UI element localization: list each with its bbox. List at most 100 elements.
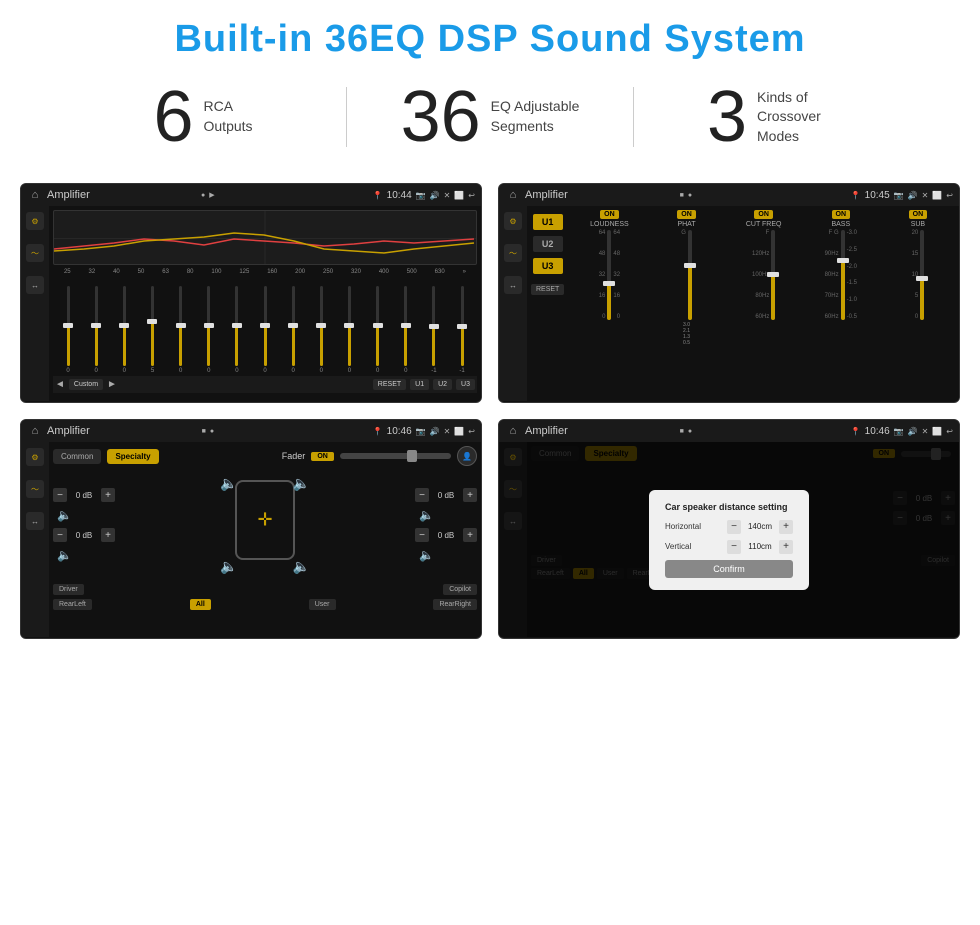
crossover-content-wrap: ⚙ 〜 ↔ U1 U2 U3 RESET <box>499 206 959 401</box>
dialog-vertical-row: Vertical − 110cm + <box>665 540 793 554</box>
eq-slider-1: 0 <box>55 286 81 374</box>
eq-wave-icon: 〜 <box>26 244 44 262</box>
location-icon-4: 📍 <box>851 427 861 436</box>
fader-on-toggle[interactable]: ON <box>311 452 334 461</box>
dot-icon: ● <box>201 192 205 199</box>
fader-spacer <box>87 584 441 595</box>
fader-all-btn[interactable]: All <box>190 599 211 610</box>
eq-settings-icon: ⚙ <box>26 212 44 230</box>
vol-rr-minus[interactable]: − <box>415 528 429 542</box>
distance-screen: ⌂ Amplifier ■ ● 📍 10:46 📷 🔊 ✕ ⬜ ↩ ⚙ 〜 <box>498 419 960 639</box>
vol-fl-minus[interactable]: − <box>53 488 67 502</box>
eq-u1-btn[interactable]: U1 <box>410 379 429 390</box>
location-icon: 📍 <box>373 191 383 200</box>
car-body: ✛ <box>235 480 295 560</box>
u1-btn[interactable]: U1 <box>533 214 563 230</box>
vol-fl-plus[interactable]: + <box>101 488 115 502</box>
back-icon-4: ↩ <box>946 427 953 436</box>
cutfreq-col: ON CUT FREQ F120Hz100Hz80Hz60Hz <box>727 210 801 346</box>
vol-icon-3: 🔊 <box>430 427 440 436</box>
home-icon-4: ⌂ <box>505 423 521 439</box>
min-icon-4: ⬜ <box>932 427 942 436</box>
fader-tab-specialty[interactable]: Specialty <box>107 449 158 464</box>
fader-user-btn[interactable]: User <box>309 599 336 610</box>
vol-fl-value: 0 dB <box>70 491 98 500</box>
eq-custom-btn[interactable]: Custom <box>69 379 103 390</box>
eq-prev-btn[interactable]: ◄ <box>55 379 65 390</box>
fader-tab-common[interactable]: Common <box>53 449 101 464</box>
fader-rearleft-btn[interactable]: RearLeft <box>53 599 92 610</box>
dot2-icon-3: ● <box>210 428 214 435</box>
close-icon-4: ✕ <box>922 427 929 436</box>
stat-crossover: 3 Kinds of Crossover Modes <box>634 81 920 153</box>
vol-ctrl-rr: − 0 dB + <box>415 528 477 542</box>
vertical-plus-btn[interactable]: + <box>779 540 793 554</box>
cutfreq-slider: F120Hz100Hz80Hz60Hz <box>752 230 775 320</box>
dialog-horizontal-label: Horizontal <box>665 522 710 531</box>
eq-slider-11: 0 <box>336 286 362 374</box>
distance-title: Amplifier <box>525 425 676 437</box>
cross-reset-btn[interactable]: RESET <box>531 284 564 295</box>
left-volumes: − 0 dB + 🔈 − 0 dB + 🔈 <box>53 488 115 562</box>
fader-rearright-btn[interactable]: RearRight <box>433 599 477 610</box>
crossover-title: Amplifier <box>525 189 676 201</box>
stat-rca: 6 RCA Outputs <box>60 81 346 153</box>
location-icon-2: 📍 <box>851 191 861 200</box>
u3-btn[interactable]: U3 <box>533 258 563 274</box>
vol-icon-2: 🔊 <box>908 191 918 200</box>
vertical-minus-btn[interactable]: − <box>727 540 741 554</box>
fader-body: − 0 dB + 🔈 − 0 dB + 🔈 <box>53 470 477 580</box>
fader-tabs-row: Common Specialty Fader ON 👤 <box>53 446 477 466</box>
confirm-button[interactable]: Confirm <box>665 560 793 578</box>
eq-slider-4: 5 <box>139 286 165 374</box>
fader-bottom-btns: Driver Copilot <box>53 584 477 595</box>
eq-speaker-icon: ↔ <box>26 276 44 294</box>
fader-main: Common Specialty Fader ON 👤 <box>49 442 481 637</box>
cutfreq-on: ON <box>754 210 773 219</box>
eq-slider-7: 0 <box>224 286 250 374</box>
loudness-slider: 644832160 644832160 <box>599 230 620 320</box>
vol-rl-minus[interactable]: − <box>53 528 67 542</box>
minimize-icon: ⬜ <box>454 191 464 200</box>
freq-250: 250 <box>323 269 333 275</box>
freq-500: 500 <box>407 269 417 275</box>
fader-sidebar: ⚙ 〜 ↔ <box>21 442 49 637</box>
fader-knob[interactable]: 👤 <box>457 446 477 466</box>
horizontal-minus-btn[interactable]: − <box>727 520 741 534</box>
back-icon: ↩ <box>468 191 475 200</box>
vol-rr-plus[interactable]: + <box>463 528 477 542</box>
bass-nums2: -3.0-2.5-2.0-1.5-1.0-0.5 <box>847 230 857 320</box>
freq-100: 100 <box>211 269 221 275</box>
vol-ctrl-fr: − 0 dB + <box>415 488 477 502</box>
fader-copilot-btn[interactable]: Copilot <box>443 584 477 595</box>
vertical-value: 110cm <box>745 542 775 551</box>
fader-driver-btn[interactable]: Driver <box>53 584 84 595</box>
min-icon-2: ⬜ <box>932 191 942 200</box>
page-title: Built-in 36EQ DSP Sound System <box>0 0 980 71</box>
loudness-col: ON LOUDNESS 644832160 644832160 <box>572 210 646 346</box>
eq-next-btn[interactable]: ► <box>107 379 117 390</box>
vol-ctrl-fl: − 0 dB + <box>53 488 115 502</box>
vol-fr-plus[interactable]: + <box>463 488 477 502</box>
horizontal-plus-btn[interactable]: + <box>779 520 793 534</box>
vol-ctrl-rl: − 0 dB + <box>53 528 115 542</box>
eq-main: 25 32 40 50 63 80 100 125 160 200 250 32… <box>49 206 481 401</box>
sp-fl: 🔈 <box>220 475 237 492</box>
crossover-sidebar: ⚙ 〜 ↔ <box>499 206 527 401</box>
back-icon-3: ↩ <box>468 427 475 436</box>
eq-u2-btn[interactable]: U2 <box>433 379 452 390</box>
loudness-nums2: 644832160 <box>613 230 620 320</box>
home-icon: ⌂ <box>27 187 43 203</box>
eq-reset-btn[interactable]: RESET <box>373 379 406 390</box>
dot-icon-3: ■ <box>202 428 206 435</box>
fader-h-slider[interactable] <box>340 453 451 459</box>
eq-u3-btn[interactable]: U3 <box>456 379 475 390</box>
bass-slider: F G90Hz80Hz70Hz60Hz -3.0-2.5-2.0-1.5-1.0… <box>825 230 857 320</box>
stat-eq: 36 EQ Adjustable Segments <box>347 81 633 153</box>
vol-rl-plus[interactable]: + <box>101 528 115 542</box>
u2-btn[interactable]: U2 <box>533 236 563 252</box>
close-icon: ✕ <box>444 191 451 200</box>
eq-slider-5: 0 <box>168 286 194 374</box>
loudness-on: ON <box>600 210 619 219</box>
vol-fr-minus[interactable]: − <box>415 488 429 502</box>
